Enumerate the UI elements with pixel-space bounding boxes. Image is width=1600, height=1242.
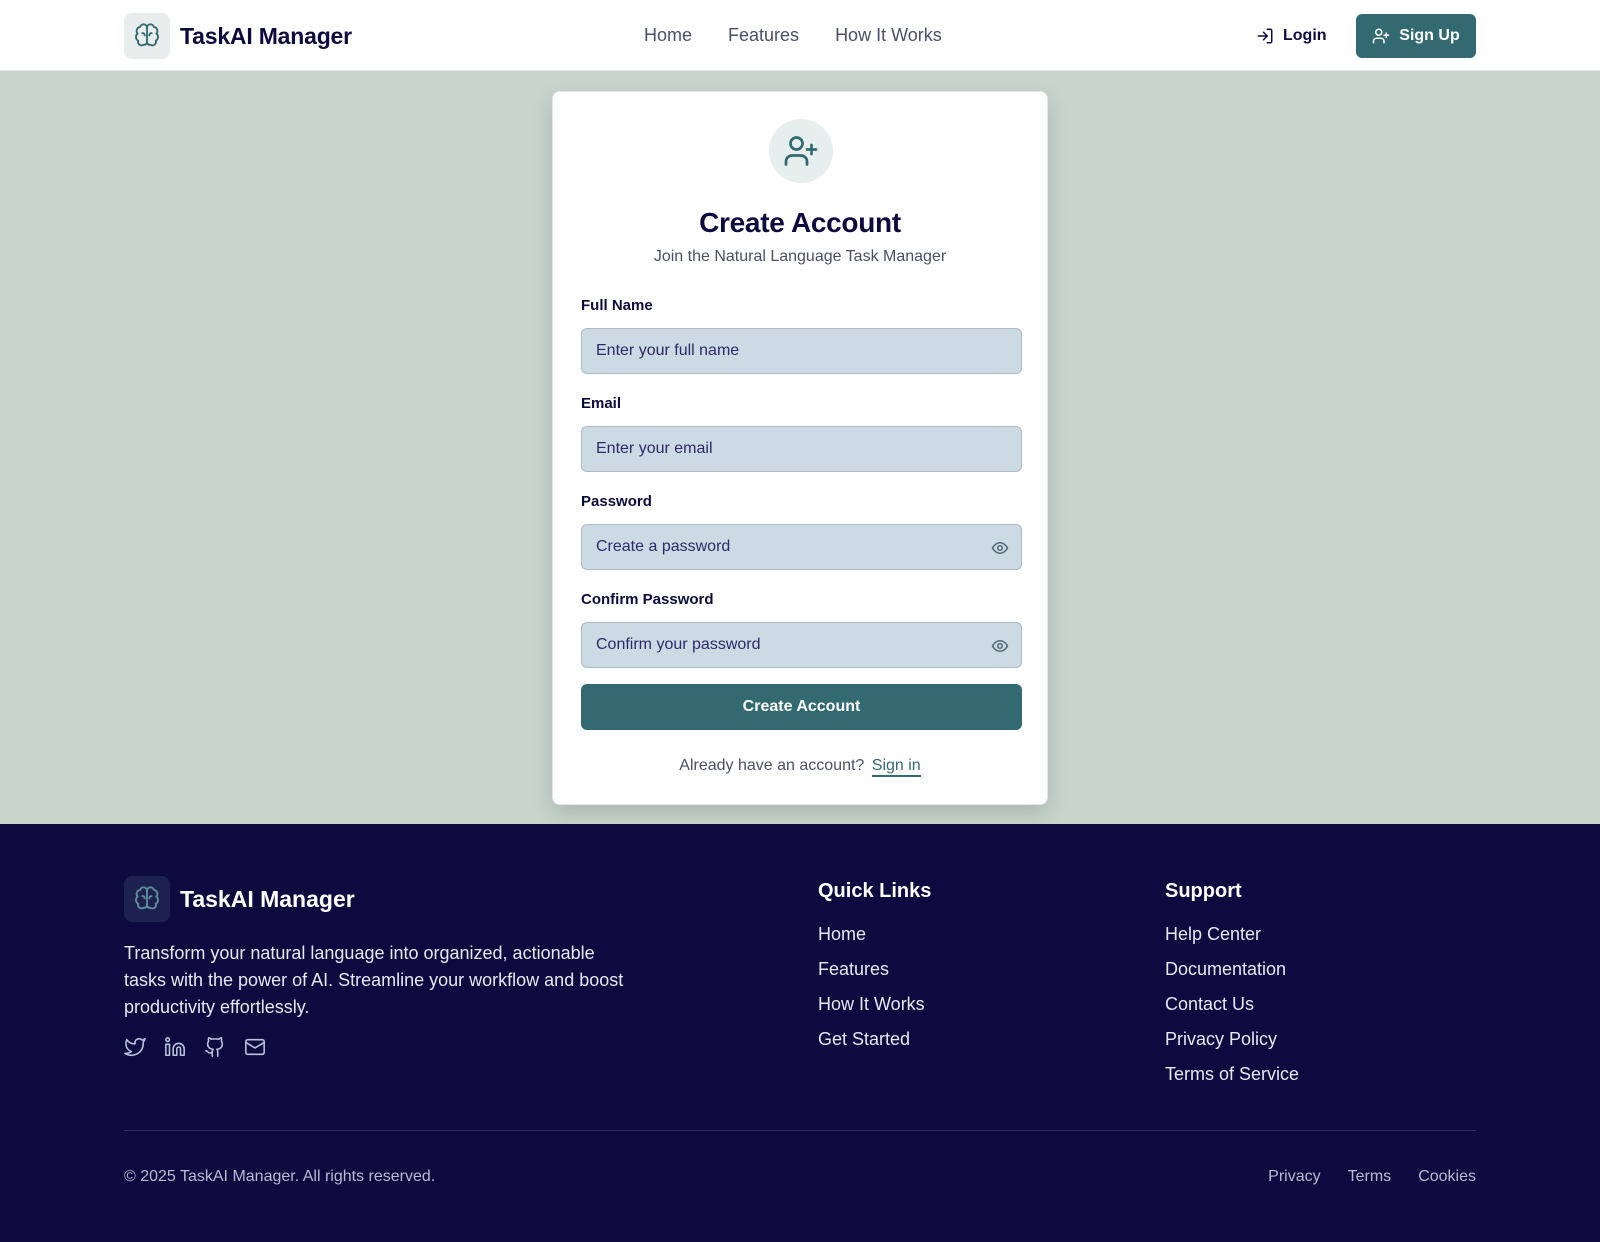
legal-link-cookies[interactable]: Cookies (1418, 1168, 1476, 1186)
email-field-box (581, 426, 1022, 472)
create-account-button[interactable]: Create Account (581, 684, 1022, 730)
copyright: © 2025 TaskAI Manager. All rights reserv… (124, 1168, 436, 1185)
footer-link-documentation[interactable]: Documentation (1165, 959, 1299, 980)
eye-icon[interactable] (991, 637, 1009, 660)
footer-brand-name: TaskAI Manager (180, 885, 355, 912)
footer-link-features[interactable]: Features (818, 959, 931, 980)
password-label: Password (581, 493, 652, 510)
footer-divider (124, 1130, 1476, 1131)
confirm-password-field-box (581, 622, 1022, 668)
footer-link-privacy-policy[interactable]: Privacy Policy (1165, 1029, 1299, 1050)
footer-description: Transform your natural language into org… (124, 943, 624, 1017)
signup-label: Sign Up (1399, 27, 1460, 44)
footer-link-get-started[interactable]: Get Started (818, 1029, 931, 1050)
login-button[interactable]: Login (1256, 22, 1327, 49)
email-input[interactable] (596, 440, 1007, 458)
quick-links-column: Quick Links Home Features How It Works G… (818, 880, 931, 1064)
footer-link-contact-us[interactable]: Contact Us (1165, 994, 1299, 1015)
footer-link-how-it-works[interactable]: How It Works (818, 994, 931, 1015)
support-heading: Support (1165, 880, 1242, 902)
brain-icon (124, 13, 170, 59)
footer-brand[interactable]: TaskAI Manager (124, 876, 355, 922)
linkedin-icon[interactable] (164, 1036, 186, 1058)
full-name-label: Full Name (581, 297, 653, 314)
support-column: Support Help Center Documentation Contac… (1165, 880, 1299, 1099)
nav-link-features[interactable]: Features (728, 25, 799, 46)
legal-link-terms[interactable]: Terms (1348, 1168, 1392, 1186)
full-name-input[interactable] (596, 342, 1007, 360)
confirm-password-label: Confirm Password (581, 591, 714, 608)
nav-link-home[interactable]: Home (644, 25, 692, 46)
signin-prompt-text: Already have an account? (679, 757, 865, 774)
twitter-icon[interactable] (124, 1036, 146, 1058)
footer-link-terms-of-service[interactable]: Terms of Service (1165, 1064, 1299, 1085)
legal-link-privacy[interactable]: Privacy (1268, 1168, 1320, 1186)
email-label: Email (581, 395, 622, 412)
top-navbar: TaskAI Manager Home Features How It Work… (0, 0, 1600, 71)
signin-prompt: Already have an account? Sign in (553, 757, 1047, 777)
password-input[interactable] (596, 538, 1007, 556)
signup-button[interactable]: Sign Up (1356, 14, 1476, 58)
legal-links: Privacy Terms Cookies (1241, 1168, 1476, 1186)
main-nav: Home Features How It Works (644, 0, 978, 71)
social-links (124, 1036, 284, 1058)
confirm-password-input[interactable] (596, 636, 1007, 654)
brain-icon (124, 876, 170, 922)
login-label: Login (1283, 26, 1327, 44)
full-name-field-box (581, 328, 1022, 374)
user-plus-icon (1372, 27, 1399, 45)
page-title: Create Account (699, 207, 901, 238)
nav-link-how-it-works[interactable]: How It Works (835, 25, 942, 46)
page-subtitle: Join the Natural Language Task Manager (653, 248, 947, 265)
user-plus-icon (769, 119, 833, 183)
footer-link-help-center[interactable]: Help Center (1165, 924, 1299, 945)
footer: TaskAI Manager Transform your natural la… (0, 824, 1600, 1242)
github-icon[interactable] (204, 1036, 226, 1058)
eye-icon[interactable] (991, 539, 1009, 562)
brand[interactable]: TaskAI Manager (124, 13, 352, 59)
footer-link-home[interactable]: Home (818, 924, 931, 945)
signin-link[interactable]: Sign in (871, 757, 921, 777)
password-field-box (581, 524, 1022, 570)
mail-icon[interactable] (244, 1036, 266, 1058)
login-icon (1256, 27, 1283, 45)
signup-card: Create Account Join the Natural Language… (552, 91, 1048, 805)
brand-name: TaskAI Manager (180, 22, 352, 49)
quick-links-heading: Quick Links (818, 880, 932, 902)
